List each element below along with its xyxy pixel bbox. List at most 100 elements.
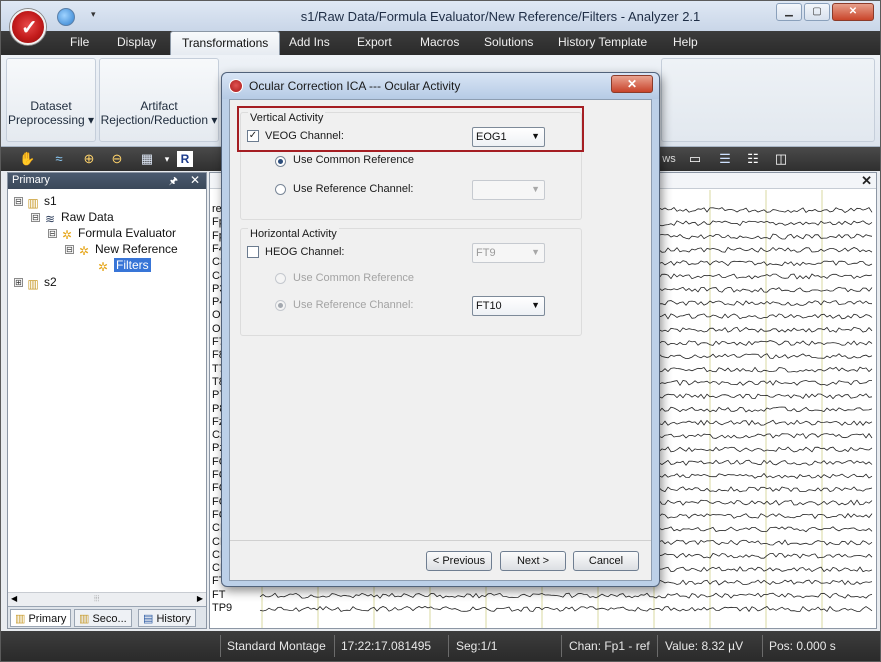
heog-channel-select[interactable]: FT9 ▼	[472, 243, 545, 263]
collapse-icon[interactable]: ⊟	[31, 213, 40, 222]
cancel-button[interactable]: Cancel	[573, 551, 639, 571]
primary-panel: Primary 🖈 ✕ ⊟ ▥ s1 ⊟ ≋ Raw Data ⊟ ✲ Formula Ev…	[7, 172, 207, 629]
menu-solutions[interactable]: Solutions	[484, 35, 533, 49]
horizontal-reference-channel-radio[interactable]	[275, 300, 286, 311]
minimize-button[interactable]: ▁	[776, 3, 802, 21]
horizontal-common-reference-radio[interactable]	[275, 273, 286, 284]
montage-icon[interactable]: ▦	[139, 151, 155, 167]
window-controls: ▁ ▢ ✕	[776, 3, 874, 21]
folder-icon: ▥	[15, 613, 26, 625]
montage-dropdown-icon[interactable]: ▾	[159, 151, 175, 167]
toolbar-partial-label: ws	[662, 153, 676, 165]
status-separator	[334, 635, 335, 657]
app-logo-icon[interactable]	[10, 9, 46, 45]
tree-node-raw-data[interactable]: ⊟ ≋ Raw Data	[31, 210, 114, 226]
vertical-reference-channel-select[interactable]: ▼	[472, 180, 545, 200]
pin-icon[interactable]: 🖈	[169, 174, 178, 191]
collapse-icon[interactable]: ⊟	[14, 197, 23, 206]
status-separator	[220, 635, 221, 657]
heog-label: HEOG Channel:	[265, 246, 345, 258]
collapse-icon[interactable]: ⊟	[65, 245, 74, 254]
horizontal-common-reference-label: Use Common Reference	[293, 272, 415, 284]
tree-node-label: Filters	[114, 258, 151, 272]
menu-history-template[interactable]: History Template	[558, 35, 647, 49]
ribbon-dataset-preprocessing[interactable]: Dataset Preprocessing ▾	[6, 58, 96, 142]
status-value: Value: 8.32 µV	[665, 639, 744, 653]
tree-node-s1[interactable]: ⊟ ▥ s1	[14, 194, 57, 210]
tree-node-label: New Reference	[95, 242, 178, 256]
horizontal-scrollbar[interactable]: ◀ ⦙⦙⦙ ▶	[8, 592, 206, 606]
menu-display[interactable]: Display	[117, 35, 156, 49]
chevron-down-icon: ▼	[531, 184, 540, 194]
eeg-trace	[259, 605, 873, 613]
hand-icon[interactable]: ✋	[19, 151, 35, 167]
wave-icon: ≋	[44, 212, 56, 226]
panel-close-icon[interactable]: ✕	[190, 173, 200, 187]
panel-title: Primary	[12, 174, 50, 186]
zoom-out-icon[interactable]: ⊖	[109, 151, 125, 167]
tab-secondary[interactable]: ▥ Seco...	[74, 609, 132, 627]
menu-export[interactable]: Export	[357, 35, 392, 49]
scroll-right-icon[interactable]: ▶	[197, 594, 203, 603]
menu-file[interactable]: File	[70, 35, 89, 49]
title-bar: ▾ s1/Raw Data/Formula Evaluator/New Refe…	[1, 1, 880, 31]
vertical-common-reference-radio[interactable]	[275, 156, 286, 167]
chart-icon[interactable]: ≈	[51, 151, 67, 167]
r-icon[interactable]: R	[177, 151, 193, 167]
status-position: Pos: 0.000 s	[769, 639, 836, 653]
tree-node-label: s1	[44, 194, 57, 208]
ribbon-artifact-rejection[interactable]: Artifact Rejection/Reduction ▾	[99, 58, 219, 142]
expand-icon[interactable]: ⊞	[14, 278, 23, 287]
vertical-reference-channel-radio[interactable]	[275, 184, 286, 195]
dialog-title: Ocular Correction ICA --- Ocular Activit…	[249, 79, 461, 93]
status-separator	[657, 635, 658, 657]
tile-vertical-icon[interactable]: ◫	[773, 151, 789, 167]
next-button[interactable]: Next >	[500, 551, 566, 571]
status-separator	[448, 635, 449, 657]
status-channel: Chan: Fp1 - ref	[569, 639, 650, 653]
window-layout-icon[interactable]: ▭	[687, 151, 703, 167]
panel-tabs: ▥ Primary ▥ Seco... ▤ History	[8, 606, 206, 628]
menu-add-ins[interactable]: Add Ins	[289, 35, 330, 49]
zoom-in-icon[interactable]: ⊕	[81, 151, 97, 167]
tree-node-s2[interactable]: ⊞ ▥ s2	[14, 275, 57, 291]
menu-help[interactable]: Help	[673, 35, 698, 49]
tab-history[interactable]: ▤ History	[138, 609, 196, 627]
tab-label: Primary	[28, 613, 67, 625]
status-bar: Standard Montage 17:22:17.081495 Seg:1/1…	[1, 631, 880, 661]
tree-node-label: Raw Data	[61, 210, 114, 224]
history-icon: ▤	[143, 613, 154, 625]
status-separator	[561, 635, 562, 657]
dialog-close-button[interactable]: ✕	[611, 75, 653, 93]
horizontal-reference-channel-select[interactable]: FT10 ▼	[472, 296, 545, 316]
menu-transformations[interactable]: Transformations	[170, 31, 281, 55]
scroll-thumb-icon[interactable]: ⦙⦙⦙	[94, 594, 99, 604]
tab-label: History	[156, 613, 191, 625]
ribbon-group-label: Preprocessing ▾	[7, 113, 95, 127]
vertical-reference-channel-label: Use Reference Channel:	[293, 183, 414, 195]
eeg-close-icon[interactable]: ✕	[861, 173, 872, 189]
scroll-left-icon[interactable]: ◀	[11, 594, 17, 603]
menu-macros[interactable]: Macros	[420, 35, 459, 49]
previous-button[interactable]: < Previous	[426, 551, 492, 571]
dialog-app-icon	[229, 79, 243, 93]
heog-checkbox[interactable]	[247, 246, 259, 258]
tile-stack-icon[interactable]: ☷	[745, 151, 761, 167]
tree-node-new-reference[interactable]: ⊟ ✲ New Reference	[65, 242, 178, 258]
collapse-icon[interactable]: ⊟	[48, 229, 57, 238]
panel-header: Primary 🖈 ✕	[8, 173, 206, 189]
status-segment: Seg:1/1	[456, 639, 498, 653]
tree-node-filters[interactable]: ✲ Filters	[96, 258, 151, 274]
tab-primary[interactable]: ▥ Primary	[10, 609, 72, 627]
ribbon-group-label: Artifact	[140, 99, 178, 113]
tile-horizontal-icon[interactable]: ☰	[717, 151, 733, 167]
tree-node-label: s2	[44, 275, 57, 289]
horizontal-reference-channel-label: Use Reference Channel:	[293, 299, 414, 311]
dialog-title-bar: Ocular Correction ICA --- Ocular Activit…	[222, 73, 659, 99]
tree-node-formula-evaluator[interactable]: ⊟ ✲ Formula Evaluator	[48, 226, 176, 242]
chevron-down-icon: ▼	[531, 247, 540, 257]
close-button[interactable]: ✕	[832, 3, 874, 21]
gear-icon: ✲	[78, 244, 90, 258]
maximize-button[interactable]: ▢	[804, 3, 830, 21]
status-time: 17:22:17.081495	[341, 639, 432, 653]
